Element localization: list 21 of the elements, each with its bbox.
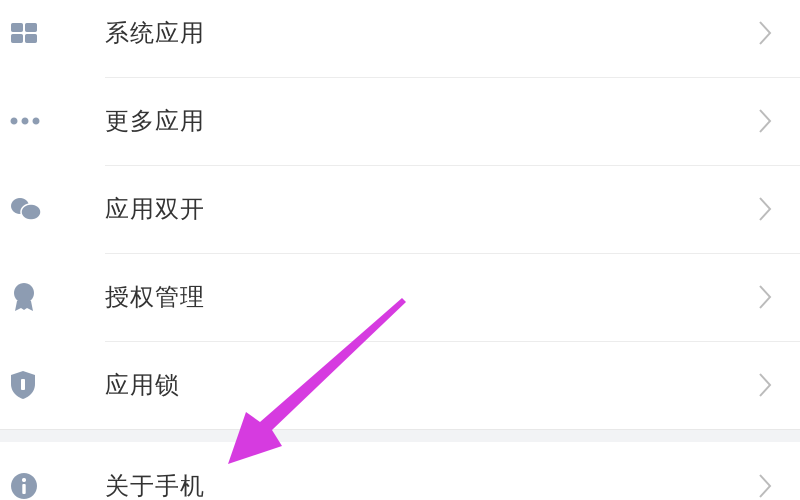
chevron-right-icon <box>758 284 772 310</box>
row-label: 应用锁 <box>105 370 180 401</box>
row-label: 更多应用 <box>105 106 205 136</box>
row-label: 授权管理 <box>105 282 205 312</box>
more-icon <box>10 117 40 125</box>
settings-row[interactable]: 应用双开 <box>0 165 800 253</box>
settings-row[interactable]: 更多应用 <box>0 77 800 165</box>
settings-row[interactable]: 系统应用 <box>0 0 800 77</box>
row-label: 应用双开 <box>105 194 205 224</box>
settings-row[interactable]: 应用锁 <box>0 341 800 429</box>
settings-row[interactable]: 关于手机 <box>0 442 800 500</box>
chevron-right-icon <box>758 372 772 398</box>
chevron-right-icon <box>758 108 772 134</box>
chat-bubbles-icon <box>10 197 42 221</box>
grid-icon <box>10 22 38 44</box>
chevron-right-icon <box>758 196 772 222</box>
chevron-right-icon <box>758 20 772 46</box>
row-label: 关于手机 <box>105 471 205 500</box>
chevron-right-icon <box>758 473 772 499</box>
row-label: 系统应用 <box>105 18 205 48</box>
shield-icon <box>10 370 36 400</box>
